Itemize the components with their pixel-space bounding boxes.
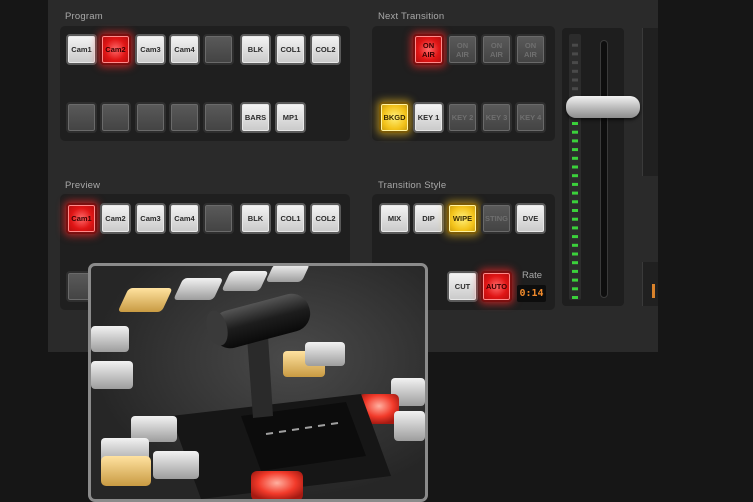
meter-segment bbox=[572, 261, 578, 265]
meter-segment bbox=[572, 287, 578, 291]
program-blank-button[interactable] bbox=[203, 102, 234, 133]
meter-segment bbox=[572, 200, 578, 204]
style-wipe-button[interactable]: WIPE bbox=[447, 203, 478, 234]
program-blk-button[interactable]: BLK bbox=[240, 34, 271, 65]
preview-cam2-button[interactable]: Cam2 bbox=[100, 203, 131, 234]
preview-col1-button[interactable]: COL1 bbox=[275, 203, 306, 234]
program-label: Program bbox=[65, 11, 103, 22]
tbar-level-meter bbox=[572, 43, 578, 299]
program-blank-button[interactable] bbox=[135, 102, 166, 133]
meter-segment bbox=[572, 69, 578, 73]
meter-segment bbox=[572, 209, 578, 212]
photo-key-white bbox=[305, 342, 345, 366]
on-air-on-air-button[interactable]: ON AIR bbox=[481, 34, 512, 65]
meter-segment bbox=[572, 235, 578, 239]
meter-segment bbox=[572, 226, 578, 230]
on-air-on-air-button[interactable]: ON AIR bbox=[515, 34, 546, 65]
meter-segment bbox=[572, 87, 578, 91]
style-dip-button[interactable]: DIP bbox=[413, 203, 444, 234]
meter-segment bbox=[572, 43, 578, 47]
program-cam3-button[interactable]: Cam3 bbox=[135, 34, 166, 65]
photo-keys-left bbox=[91, 326, 133, 389]
side-panel-edge bbox=[642, 28, 658, 176]
meter-segment bbox=[572, 156, 578, 160]
hardware-illustration bbox=[91, 266, 425, 499]
program-col1-button[interactable]: COL1 bbox=[275, 34, 306, 65]
tbar-handle[interactable] bbox=[566, 96, 640, 118]
style-dve-button[interactable]: DVE bbox=[515, 203, 546, 234]
program-bars-button[interactable]: BARS bbox=[240, 102, 271, 133]
key-bkgd-button[interactable]: BKGD bbox=[379, 102, 410, 133]
meter-segment bbox=[572, 139, 578, 143]
meter-segment bbox=[572, 130, 578, 134]
preview-cam3-button[interactable]: Cam3 bbox=[135, 203, 166, 234]
transition-style-label: Transition Style bbox=[378, 180, 447, 191]
meter-segment bbox=[572, 269, 578, 273]
program-col2-button[interactable]: COL2 bbox=[310, 34, 341, 65]
meter-segment bbox=[572, 296, 578, 299]
program-blank-button[interactable] bbox=[169, 102, 200, 133]
meter-segment bbox=[572, 61, 578, 65]
action-auto-button[interactable]: AUTO bbox=[481, 271, 512, 302]
program-cam1-button[interactable]: Cam1 bbox=[66, 34, 97, 65]
meter-segment bbox=[572, 191, 578, 195]
meter-segment bbox=[572, 182, 578, 186]
tbar-meter bbox=[569, 34, 581, 300]
program-blank-button[interactable] bbox=[66, 102, 97, 133]
preview-cam4-button[interactable]: Cam4 bbox=[169, 203, 200, 234]
meter-segment bbox=[572, 217, 578, 221]
on-air-on-air-button[interactable]: ON AIR bbox=[413, 34, 444, 65]
preview-blk-button[interactable]: BLK bbox=[240, 203, 271, 234]
preview-col2-button[interactable]: COL2 bbox=[310, 203, 341, 234]
preview-blank-button[interactable] bbox=[203, 203, 234, 234]
program-cam2-button[interactable]: Cam2 bbox=[100, 34, 131, 65]
key-key-1-button[interactable]: KEY 1 bbox=[413, 102, 444, 133]
action-cut-button[interactable]: CUT bbox=[447, 271, 478, 302]
key-key-2-button[interactable]: KEY 2 bbox=[447, 102, 478, 133]
on-air-on-air-button[interactable]: ON AIR bbox=[447, 34, 478, 65]
meter-segment bbox=[572, 122, 578, 125]
program-blank-button[interactable] bbox=[203, 34, 234, 65]
tbar-slot bbox=[600, 40, 608, 298]
program-cam4-button[interactable]: Cam4 bbox=[169, 34, 200, 65]
rate-value[interactable]: 0:14 bbox=[517, 285, 546, 302]
key-key-4-button[interactable]: KEY 4 bbox=[515, 102, 546, 133]
style-sting-button[interactable]: STING bbox=[481, 203, 512, 234]
key-key-3-button[interactable]: KEY 3 bbox=[481, 102, 512, 133]
side-indicator bbox=[652, 284, 655, 298]
program-blank-button[interactable] bbox=[100, 102, 131, 133]
meter-segment bbox=[572, 243, 578, 247]
program-mp1-button[interactable]: MP1 bbox=[275, 102, 306, 133]
meter-segment bbox=[572, 148, 578, 152]
meter-segment bbox=[572, 165, 578, 169]
meter-segment bbox=[572, 278, 578, 282]
preview-cam1-button[interactable]: Cam1 bbox=[66, 203, 97, 234]
next-transition-label: Next Transition bbox=[378, 11, 445, 22]
meter-segment bbox=[572, 174, 578, 178]
hardware-photo bbox=[88, 263, 428, 502]
style-mix-button[interactable]: MIX bbox=[379, 203, 410, 234]
meter-segment bbox=[572, 52, 578, 56]
meter-segment bbox=[572, 252, 578, 256]
meter-segment bbox=[572, 78, 578, 82]
side-panel-edge-lower bbox=[642, 262, 658, 306]
preview-label: Preview bbox=[65, 180, 101, 191]
rate-label: Rate bbox=[522, 270, 543, 281]
